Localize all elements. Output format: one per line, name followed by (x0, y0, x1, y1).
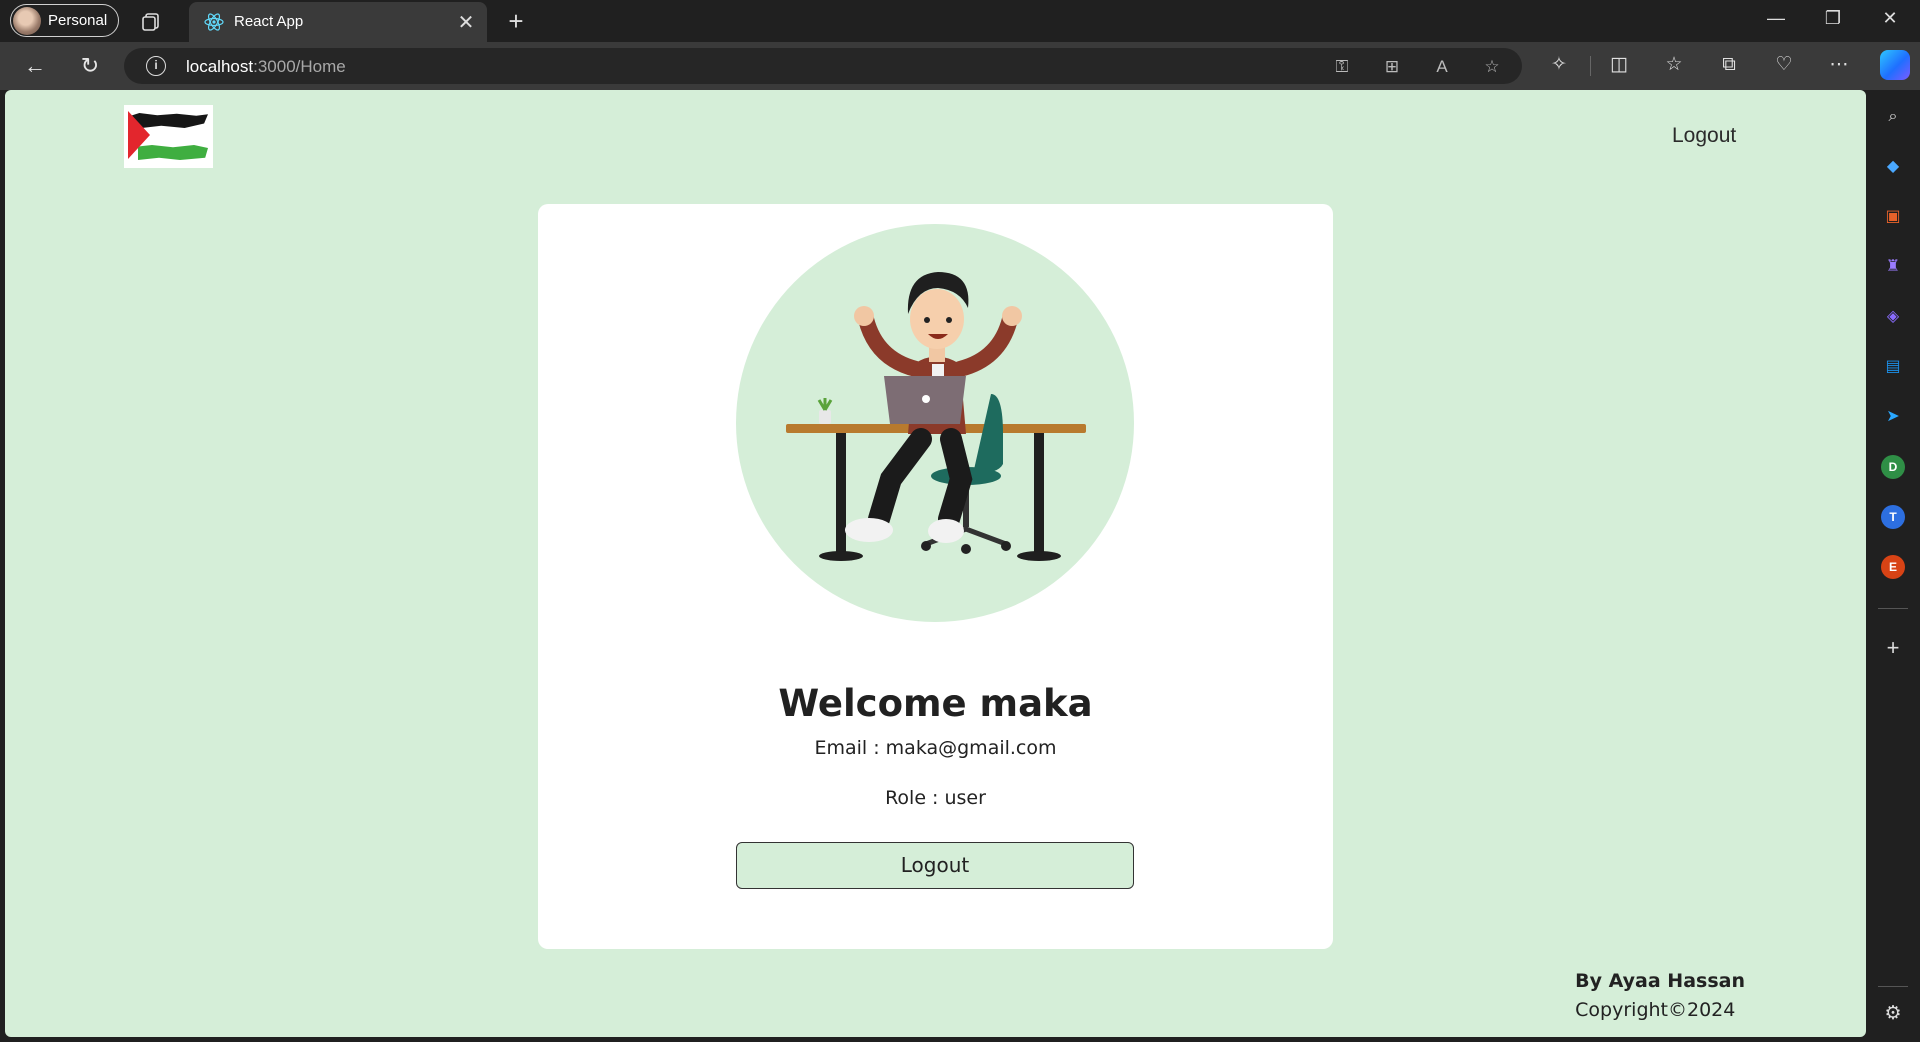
shopping-tag-icon[interactable]: ◆ (1880, 154, 1906, 180)
logout-button[interactable]: Logout (736, 842, 1134, 889)
page-viewport: Logout Welcome maka Email: maka@gmail.c… (5, 90, 1866, 1037)
profile-button[interactable]: Personal (10, 4, 119, 37)
sidebar-app-d-icon[interactable]: D (1881, 455, 1905, 479)
browser-tab-bar: Personal React App ✕ + — ❐ ✕ (0, 0, 1920, 42)
footer-copyright: Copyright©2024 (1575, 999, 1736, 1021)
browser-essentials-icon[interactable]: ♡ (1771, 52, 1797, 78)
footer-author: By Ayaa Hassan (1575, 970, 1745, 992)
copilot-sidebar-icon[interactable]: ◈ (1880, 304, 1906, 330)
app-available-icon[interactable]: ⊞ (1382, 57, 1402, 77)
new-tab-button[interactable]: + (502, 6, 530, 36)
games-icon[interactable]: ♜ (1880, 254, 1906, 280)
profile-card: Welcome maka Email : maka@gmail.com Role… (538, 204, 1333, 949)
sidebar-settings-gear-icon[interactable]: ⚙ (1880, 1001, 1906, 1027)
page-footer: By Ayaa Hassan Copyright©2024 (1575, 970, 1745, 1021)
url-text[interactable]: localhost:3000/Home (186, 57, 346, 77)
profile-label: Personal (48, 12, 108, 29)
key-icon[interactable]: ⚿ (1332, 57, 1352, 77)
sidebar-app-t-icon[interactable]: T (1881, 505, 1905, 529)
user-role: Role : user (885, 787, 986, 809)
minimize-icon[interactable]: — (1756, 8, 1796, 29)
more-options-icon[interactable]: ⋯ (1826, 52, 1852, 78)
read-aloud-icon[interactable]: A (1432, 57, 1452, 77)
close-tab-icon[interactable]: ✕ (455, 10, 477, 35)
split-screen-icon[interactable]: ◫ (1606, 52, 1632, 78)
edge-sidebar: ⌕ ◆ ▣ ♜ ◈ ▤ ➤ D T E + ⚙ (1866, 90, 1920, 1042)
person-at-desk-illustration (786, 272, 1086, 561)
react-logo-icon (204, 13, 224, 31)
back-arrow-icon[interactable]: ← (21, 52, 49, 80)
nav-logout-link[interactable]: Logout (1672, 124, 1736, 148)
refresh-icon[interactable]: ↻ (76, 52, 104, 80)
palestine-flag-logo[interactable] (124, 105, 213, 168)
outlook-icon[interactable]: ▤ (1880, 354, 1906, 380)
sidebar-app-e-icon[interactable]: E (1881, 555, 1905, 579)
search-icon[interactable]: ⌕ (1880, 104, 1906, 130)
address-bar[interactable]: i localhost:3000/Home ⚿ ⊞ A ☆ (124, 48, 1522, 84)
welcome-heading: Welcome maka (778, 682, 1093, 725)
workspaces-icon[interactable] (140, 11, 162, 33)
tab-title: React App (234, 13, 304, 30)
restore-icon[interactable]: ❐ (1813, 8, 1853, 29)
collections-icon[interactable]: ⧉ (1716, 52, 1742, 78)
sidebar-divider-bottom (1878, 986, 1908, 987)
tools-briefcase-icon[interactable]: ▣ (1880, 204, 1906, 230)
toolbar-divider (1590, 56, 1591, 76)
favorite-star-icon[interactable]: ☆ (1482, 57, 1502, 77)
browser-toolbar: ← ↻ i localhost:3000/Home ⚿ ⊞ A ☆ ✧ ◫ ☆ … (0, 42, 1920, 90)
drop-send-icon[interactable]: ➤ (1880, 404, 1906, 430)
tab-react-app[interactable]: React App ✕ (189, 2, 487, 42)
extensions-icon[interactable]: ✧ (1546, 52, 1572, 78)
site-info-icon[interactable]: i (146, 56, 166, 76)
copilot-icon[interactable] (1880, 50, 1910, 80)
add-sidebar-app-icon[interactable]: + (1880, 635, 1906, 661)
hero-illustration (736, 224, 1134, 622)
profile-avatar (13, 6, 41, 35)
window-close-icon[interactable]: ✕ (1870, 8, 1910, 29)
sidebar-divider (1878, 608, 1908, 609)
user-email: Email : maka@gmail.com (814, 737, 1057, 759)
favorites-icon[interactable]: ☆ (1661, 52, 1687, 78)
